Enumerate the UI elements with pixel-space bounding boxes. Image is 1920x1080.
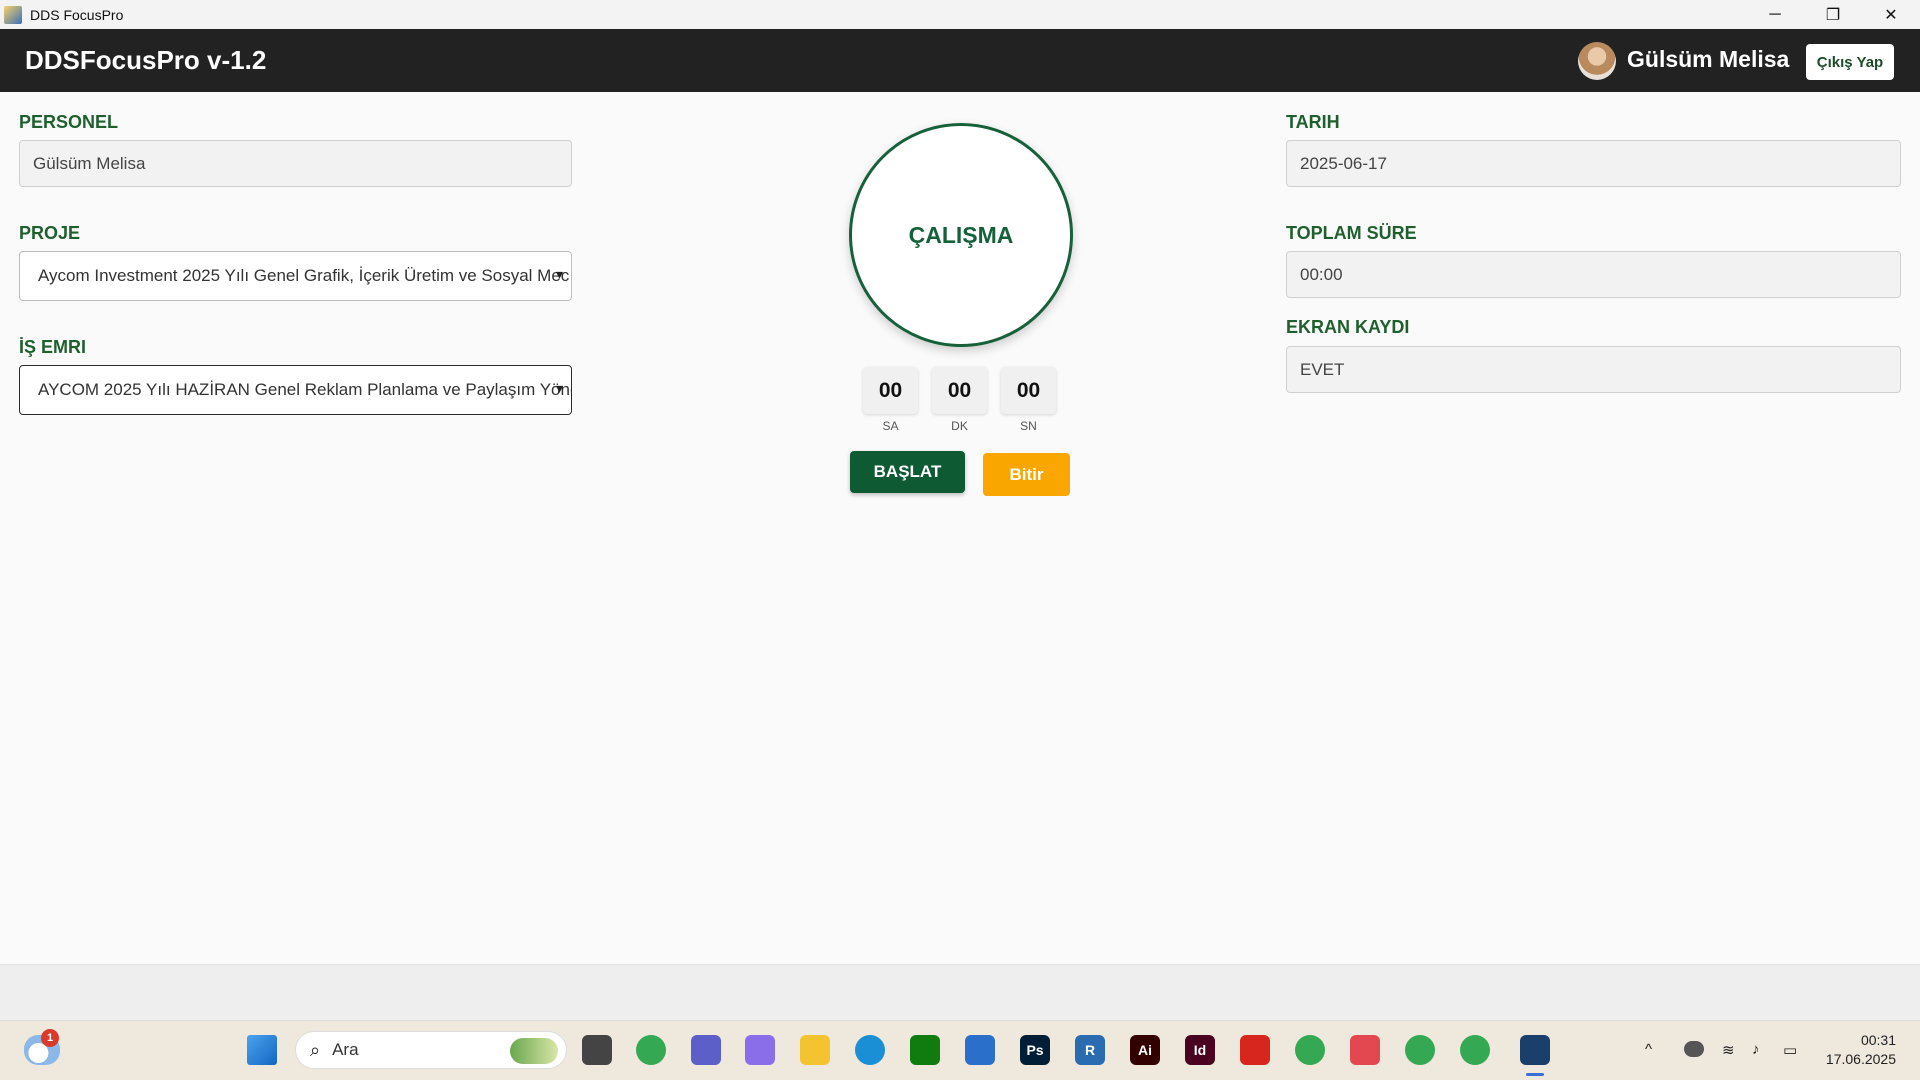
is-emri-select-value: AYCOM 2025 Yılı HAZİRAN Genel Reklam Pla… <box>38 380 572 399</box>
acrobat-icon[interactable] <box>1240 1035 1270 1065</box>
personel-field[interactable]: Gülsüm Melisa <box>19 140 572 187</box>
taskbar: 1 ⌕ Ara Ps R Ai Id ^ ≋ ♪ ▭ 00:31 17.06.2025 <box>0 1020 1920 1080</box>
battery-icon[interactable]: ▭ <box>1783 1041 1797 1059</box>
active-app-indicator <box>1526 1073 1544 1076</box>
tarih-label: TARIH <box>1286 112 1340 132</box>
toplam-sure-label: TOPLAM SÜRE <box>1286 223 1417 243</box>
minimize-button[interactable]: ─ <box>1746 0 1804 29</box>
windows-start-icon[interactable] <box>247 1035 277 1065</box>
chevron-down-icon: ▾ <box>555 266 563 282</box>
teams-icon[interactable] <box>691 1035 721 1065</box>
remote-icon[interactable]: R <box>1075 1035 1105 1065</box>
close-button[interactable]: ✕ <box>1862 0 1920 29</box>
proje-label: PROJE <box>19 223 81 243</box>
tarih-field[interactable]: 2025-06-17 <box>1286 140 1901 187</box>
weather-badge: 1 <box>41 1029 59 1047</box>
ekran-kaydi-field[interactable]: EVET <box>1286 346 1901 393</box>
task-view-icon[interactable] <box>582 1035 612 1065</box>
window-title: DDS FocusPro <box>30 6 124 23</box>
personel-label: PERSONEL <box>19 112 119 132</box>
is-emri-select[interactable]: AYCOM 2025 Yılı HAZİRAN Genel Reklam Pla… <box>19 365 572 415</box>
chrome-alt-icon[interactable] <box>1460 1035 1490 1065</box>
logout-button[interactable]: Çıkış Yap <box>1806 44 1894 80</box>
search-highlight-icon <box>510 1038 558 1064</box>
toplam-sure-field[interactable]: 00:00 <box>1286 251 1901 298</box>
microsoft-store-icon[interactable] <box>965 1035 995 1065</box>
taskbar-search[interactable]: ⌕ Ara <box>295 1031 567 1069</box>
photoshop-icon[interactable]: Ps <box>1020 1035 1050 1065</box>
proje-select[interactable]: Aycom Investment 2025 Yılı Genel Grafik,… <box>19 251 572 301</box>
clock-time: 00:31 <box>1860 1032 1896 1048</box>
window-titlebar: DDS FocusPro ─ ❐ ✕ <box>0 0 1920 29</box>
timer-minutes: 00 <box>932 367 987 414</box>
search-icon: ⌕ <box>310 1039 321 1060</box>
copilot-icon[interactable] <box>745 1035 775 1065</box>
taskbar-clock[interactable]: 00:31 17.06.2025 <box>1826 1031 1896 1069</box>
chrome-profile-icon[interactable] <box>1295 1035 1325 1065</box>
status-circle: ÇALIŞMA <box>849 123 1073 347</box>
clock-date: 17.06.2025 <box>1825 1051 1896 1067</box>
file-explorer-icon[interactable] <box>800 1035 830 1065</box>
window-controls: ─ ❐ ✕ <box>1746 0 1920 29</box>
app-brand: DDSFocusPro v-1.2 <box>25 45 267 75</box>
wifi-icon[interactable]: ≋ <box>1722 1041 1735 1059</box>
app-icon <box>4 5 22 24</box>
tray-chevron-icon[interactable]: ^ <box>1645 1041 1652 1058</box>
proje-select-value: Aycom Investment 2025 Yılı Genel Grafik,… <box>38 266 570 285</box>
dds-focuspro-icon[interactable] <box>1520 1035 1550 1065</box>
creative-cloud-icon[interactable] <box>1350 1035 1380 1065</box>
volume-icon[interactable]: ♪ <box>1752 1041 1760 1058</box>
edge-icon[interactable] <box>855 1035 885 1065</box>
timer-hours: 00 <box>863 367 918 414</box>
finish-button[interactable]: Bitir <box>983 453 1070 496</box>
main-content: PERSONEL Gülsüm Melisa PROJE Aycom Inves… <box>0 92 1920 964</box>
chevron-down-icon: ▾ <box>555 380 563 396</box>
xbox-icon[interactable] <box>910 1035 940 1065</box>
restore-button[interactable]: ❐ <box>1804 0 1862 29</box>
illustrator-icon[interactable]: Ai <box>1130 1035 1160 1065</box>
timer-seconds-label: SN <box>1020 419 1037 433</box>
chrome-icon[interactable] <box>636 1035 666 1065</box>
start-button[interactable]: BAŞLAT <box>850 451 965 493</box>
onedrive-icon[interactable] <box>1684 1041 1704 1057</box>
timer-minutes-label: DK <box>951 419 968 433</box>
footer-strip <box>0 964 1920 1020</box>
is-emri-label: İŞ EMRI <box>19 337 87 357</box>
ekran-kaydi-label: EKRAN KAYDI <box>1286 317 1410 337</box>
timer-hours-label: SA <box>882 419 899 433</box>
app-header: DDSFocusPro v-1.2 Gülsüm Melisa Çıkış Ya… <box>0 29 1920 92</box>
avatar <box>1578 42 1616 80</box>
indesign-icon[interactable]: Id <box>1185 1035 1215 1065</box>
search-placeholder: Ara <box>332 1040 359 1059</box>
user-name: Gülsüm Melisa <box>1627 46 1790 72</box>
chrome-d-icon[interactable] <box>1405 1035 1435 1065</box>
timer-seconds: 00 <box>1001 367 1056 414</box>
